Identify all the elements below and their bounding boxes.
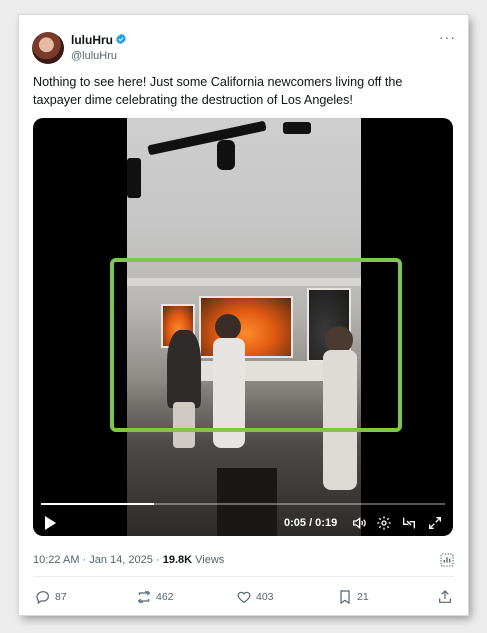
repost-button[interactable]: 462 (136, 589, 174, 605)
video-time: 0:05 / 0:19 (284, 517, 338, 529)
reply-button[interactable]: 87 (35, 589, 67, 605)
reply-icon (36, 591, 49, 605)
like-button[interactable]: 403 (236, 589, 274, 605)
video-progress-fill (41, 503, 155, 505)
user-handle[interactable]: @luluHru (71, 50, 117, 62)
analytics-icon[interactable] (439, 552, 455, 568)
like-icon (237, 591, 251, 604)
display-name[interactable]: luluHru (71, 33, 113, 47)
views-count: 19.8K (162, 554, 193, 566)
tweet-card: luluHru @luluHru ··· Nothing to see here… (19, 15, 468, 615)
avatar[interactable] (32, 32, 64, 64)
bookmark-button[interactable]: 21 (337, 589, 369, 605)
divider (33, 576, 454, 577)
share-button[interactable] (437, 589, 453, 605)
video-player[interactable]: 0:05 / 0:19 (33, 118, 453, 536)
more-icon[interactable]: ··· (439, 29, 456, 45)
settings-icon[interactable] (376, 515, 392, 531)
reply-count: 87 (55, 591, 67, 603)
verified-icon (116, 33, 126, 45)
bookmark-count: 21 (357, 591, 369, 603)
highlight-box (110, 258, 402, 432)
repost-count: 462 (156, 591, 174, 603)
fullscreen-icon[interactable] (427, 515, 443, 531)
tweet-time[interactable]: 10:22 AM (33, 554, 79, 566)
bookmark-icon (340, 590, 350, 605)
volume-icon[interactable] (351, 515, 367, 531)
like-count: 403 (256, 591, 274, 603)
play-icon[interactable] (45, 516, 56, 530)
tweet-text: Nothing to see here! Just some Californi… (33, 75, 403, 107)
pip-icon[interactable] (401, 515, 417, 531)
share-icon (439, 590, 451, 603)
video-progress-bar[interactable] (41, 503, 445, 505)
views-label: Views (195, 554, 225, 566)
repost-icon (137, 590, 151, 604)
tweet-meta: 10:22 AM · Jan 14, 2025 · 19.8K Views (33, 554, 225, 566)
tweet-date[interactable]: Jan 14, 2025 (89, 554, 153, 566)
